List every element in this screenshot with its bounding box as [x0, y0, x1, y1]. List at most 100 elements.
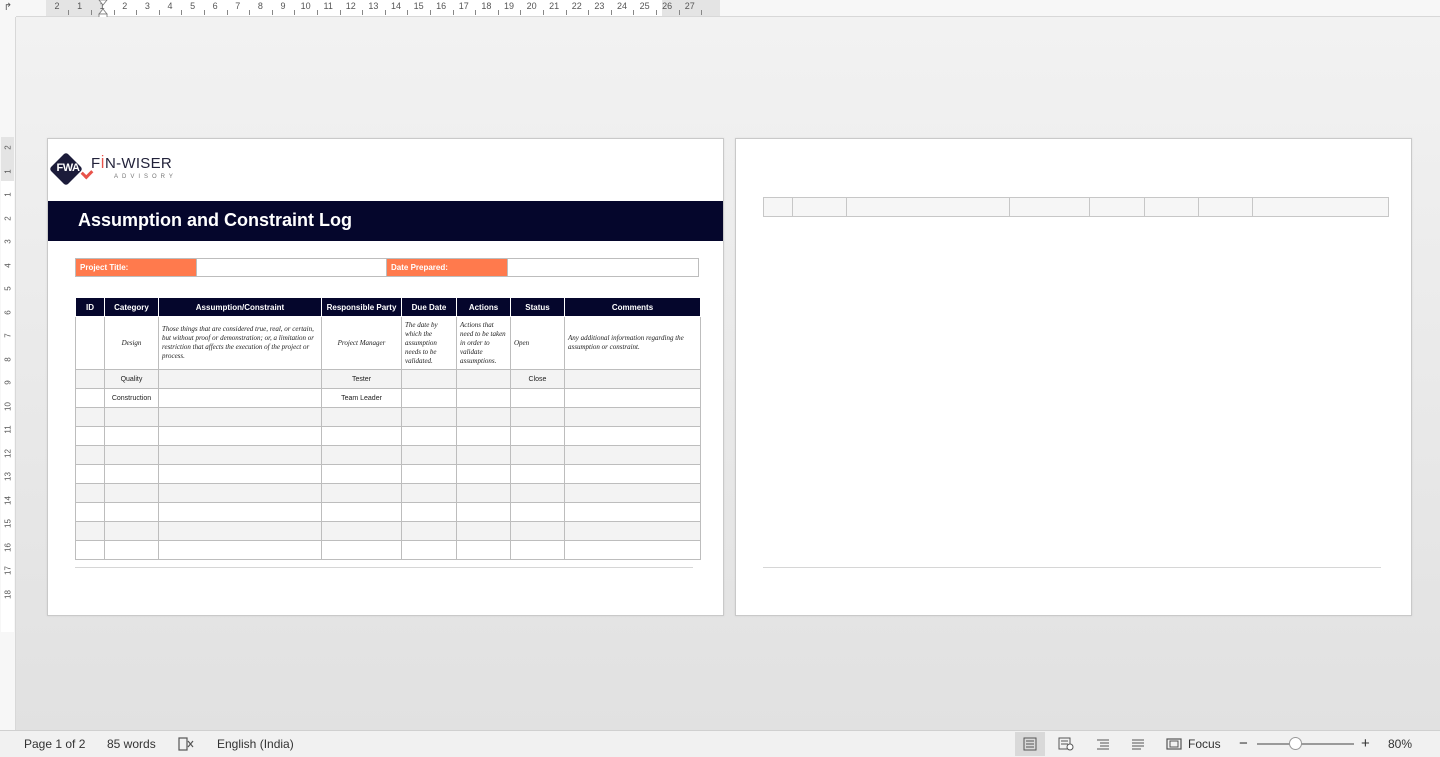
- table-row[interactable]: [763, 197, 1389, 217]
- cell-status[interactable]: [510, 388, 565, 408]
- table-cell[interactable]: [401, 502, 457, 522]
- table-cell[interactable]: [456, 540, 511, 560]
- table-cell[interactable]: [510, 407, 565, 427]
- cell-assumption[interactable]: [158, 369, 322, 389]
- table-cell[interactable]: [104, 426, 159, 446]
- table-cell[interactable]: [321, 426, 402, 446]
- cell-actions[interactable]: [456, 369, 511, 389]
- table-cell[interactable]: [510, 445, 565, 465]
- table-row[interactable]: [75, 483, 701, 503]
- table-cell[interactable]: [75, 426, 105, 446]
- table-cell[interactable]: [401, 445, 457, 465]
- table-cell[interactable]: [75, 407, 105, 427]
- table-cell[interactable]: [158, 502, 322, 522]
- cell-comments[interactable]: [564, 388, 701, 408]
- table-cell[interactable]: [456, 426, 511, 446]
- table-cell[interactable]: [510, 521, 565, 541]
- table-cell[interactable]: [401, 407, 457, 427]
- table-cell[interactable]: [1144, 197, 1199, 217]
- table-row[interactable]: Design Those things that are considered …: [75, 316, 701, 370]
- table-cell[interactable]: [564, 483, 701, 503]
- table-cell[interactable]: [564, 445, 701, 465]
- draft-view-button[interactable]: [1123, 732, 1153, 756]
- vertical-ruler[interactable]: 2 1 1 2 3 4 5 6 7 8 9 10 11 12 13 14 15 16 17 18: [0, 17, 16, 730]
- language-indicator[interactable]: English (India): [217, 737, 294, 751]
- cell-due-date[interactable]: The date by which the assumption needs t…: [401, 316, 457, 370]
- table-cell[interactable]: [321, 407, 402, 427]
- table-row[interactable]: [75, 540, 701, 560]
- table-cell[interactable]: [158, 407, 322, 427]
- table-cell[interactable]: [456, 464, 511, 484]
- table-cell[interactable]: [75, 445, 105, 465]
- table-cell[interactable]: [158, 464, 322, 484]
- table-cell[interactable]: [510, 426, 565, 446]
- table-cell[interactable]: [456, 445, 511, 465]
- table-cell[interactable]: [510, 540, 565, 560]
- cell-category[interactable]: Design: [104, 316, 159, 370]
- focus-icon[interactable]: [1166, 738, 1182, 750]
- table-cell[interactable]: [104, 502, 159, 522]
- table-cell[interactable]: [456, 483, 511, 503]
- table-cell[interactable]: [401, 426, 457, 446]
- tab-selector-icon[interactable]: ↱: [0, 0, 16, 17]
- table-cell[interactable]: [510, 464, 565, 484]
- cell-comments[interactable]: [564, 369, 701, 389]
- cell-party[interactable]: Tester: [321, 369, 402, 389]
- web-layout-view-button[interactable]: [1051, 732, 1081, 756]
- cell-id[interactable]: [75, 316, 105, 370]
- cell-actions[interactable]: [456, 388, 511, 408]
- table-row[interactable]: Construction Team Leader: [75, 388, 701, 408]
- focus-button-label[interactable]: Focus: [1188, 737, 1221, 751]
- page-count[interactable]: Page 1 of 2: [24, 737, 85, 751]
- document-title[interactable]: Assumption and Constraint Log: [78, 210, 352, 231]
- cell-assumption[interactable]: Those things that are considered true, r…: [158, 316, 322, 370]
- table-cell[interactable]: [158, 540, 322, 560]
- word-count[interactable]: 85 words: [107, 737, 156, 751]
- table-cell[interactable]: [321, 445, 402, 465]
- table-cell[interactable]: [763, 197, 793, 217]
- table-cell[interactable]: [75, 464, 105, 484]
- project-title-field[interactable]: [196, 259, 387, 276]
- table-cell[interactable]: [75, 502, 105, 522]
- table-cell[interactable]: [158, 521, 322, 541]
- table-cell[interactable]: [321, 483, 402, 503]
- page-1[interactable]: FWA FİN-WISER ADVISORY Assumption and Co…: [47, 138, 724, 616]
- cell-id[interactable]: [75, 369, 105, 389]
- page-2[interactable]: [735, 138, 1412, 616]
- table-cell[interactable]: [564, 540, 701, 560]
- table-row[interactable]: [75, 502, 701, 522]
- table-cell[interactable]: [564, 426, 701, 446]
- cell-category[interactable]: Construction: [104, 388, 159, 408]
- table-cell[interactable]: [792, 197, 847, 217]
- table-cell[interactable]: [456, 407, 511, 427]
- zoom-level[interactable]: 80%: [1388, 737, 1412, 751]
- table-cell[interactable]: [401, 483, 457, 503]
- table-cell[interactable]: [564, 502, 701, 522]
- table-cell[interactable]: [1089, 197, 1145, 217]
- table-cell[interactable]: [104, 407, 159, 427]
- cell-category[interactable]: Quality: [104, 369, 159, 389]
- table-cell[interactable]: [510, 502, 565, 522]
- cell-id[interactable]: [75, 388, 105, 408]
- table-cell[interactable]: [321, 502, 402, 522]
- cell-assumption[interactable]: [158, 388, 322, 408]
- table-cell[interactable]: [158, 445, 322, 465]
- table-cell[interactable]: [564, 407, 701, 427]
- table-row[interactable]: [75, 426, 701, 446]
- cell-party[interactable]: Project Manager: [321, 316, 402, 370]
- table-row[interactable]: [75, 445, 701, 465]
- table-cell[interactable]: [1198, 197, 1253, 217]
- table-cell[interactable]: [104, 521, 159, 541]
- table-cell[interactable]: [321, 464, 402, 484]
- table-cell[interactable]: [75, 540, 105, 560]
- table-cell[interactable]: [158, 426, 322, 446]
- table-cell[interactable]: [564, 464, 701, 484]
- table-cell[interactable]: [75, 521, 105, 541]
- horizontal-ruler[interactable]: ↱ 2 1 1 2 3 4 5 6 7 8 9 10 11 12 13 14 15 16 17 18 19 20 21 22 2…: [0, 0, 1440, 20]
- table-cell[interactable]: [401, 540, 457, 560]
- table-cell[interactable]: [401, 521, 457, 541]
- table-cell[interactable]: [510, 483, 565, 503]
- cell-party[interactable]: Team Leader: [321, 388, 402, 408]
- zoom-slider-knob[interactable]: [1289, 737, 1302, 750]
- table-cell[interactable]: [75, 483, 105, 503]
